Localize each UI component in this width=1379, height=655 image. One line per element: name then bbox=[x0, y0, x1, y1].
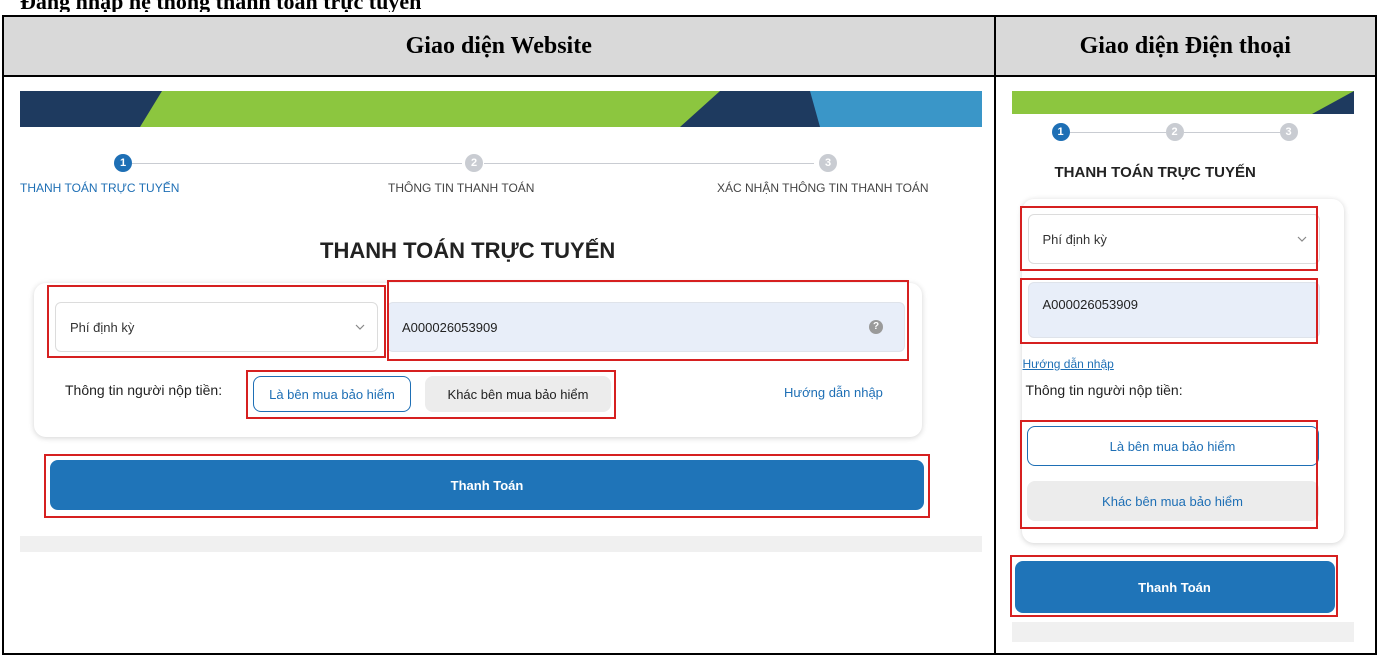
step-connector bbox=[1069, 132, 1166, 133]
input-guide-link[interactable]: Hướng dẫn nhập bbox=[1023, 357, 1114, 371]
payer-info-label: Thông tin người nộp tiền: bbox=[65, 382, 223, 398]
step-3-indicator: 3 bbox=[819, 154, 837, 172]
step-2-indicator: 2 bbox=[1165, 123, 1184, 141]
mobile-column-header: Giao diện Điện thoại bbox=[993, 15, 1378, 77]
step-2-label: THÔNG TIN THANH TOÁN bbox=[388, 181, 535, 195]
contract-number-value: A000026053909 bbox=[1042, 297, 1138, 312]
help-icon[interactable]: ? bbox=[869, 320, 883, 334]
contract-number-value: A000026053909 bbox=[402, 319, 498, 335]
previous-page-text-sliver: Đăng nhập hệ thống thanh toán trực tuyến bbox=[0, 0, 1379, 12]
step-3-indicator: 3 bbox=[1279, 123, 1298, 141]
web-banner bbox=[20, 91, 982, 127]
option-other-payer[interactable]: Khác bên mua bảo hiểm bbox=[1026, 481, 1319, 521]
pay-button[interactable]: Thanh Toán bbox=[1014, 561, 1335, 613]
chevron-down-icon bbox=[1297, 236, 1306, 242]
web-screenshot-cell: 1 2 3 THANH TOÁN TRỰC TUYẾN THÔNG TIN TH… bbox=[2, 75, 996, 655]
contract-number-input[interactable]: A000026053909 bbox=[1027, 282, 1320, 338]
fee-type-value: Phí định kỳ bbox=[70, 319, 135, 335]
step-1-indicator: 1 bbox=[114, 154, 132, 172]
fee-type-select[interactable]: Phí định kỳ bbox=[55, 302, 378, 352]
step-connector bbox=[484, 163, 814, 164]
option-insurance-buyer[interactable]: Là bên mua bảo hiểm bbox=[1026, 426, 1319, 466]
step-2-indicator: 2 bbox=[465, 154, 483, 172]
step-connector bbox=[132, 163, 462, 164]
fee-type-select[interactable]: Phí định kỳ bbox=[1027, 214, 1320, 264]
step-3-label: XÁC NHẬN THÔNG TIN THANH TOÁN bbox=[717, 181, 929, 195]
step-1-label: THANH TOÁN TRỰC TUYẾN bbox=[20, 181, 180, 195]
pay-button[interactable]: Thanh Toán bbox=[50, 460, 924, 510]
option-insurance-buyer[interactable]: Là bên mua bảo hiểm bbox=[253, 376, 411, 412]
contract-number-input[interactable]: A000026053909 bbox=[387, 302, 905, 352]
step-1-indicator: 1 bbox=[1051, 123, 1070, 141]
input-guide-link[interactable]: Hướng dẫn nhập bbox=[784, 385, 883, 400]
fee-type-value: Phí định kỳ bbox=[1042, 231, 1107, 247]
web-column-header: Giao diện Website bbox=[2, 15, 996, 77]
page-footer-strip bbox=[1011, 622, 1354, 642]
banner-graphic bbox=[1011, 91, 1354, 114]
option-other-payer[interactable]: Khác bên mua bảo hiểm bbox=[425, 376, 611, 412]
chevron-down-icon bbox=[355, 324, 365, 330]
mobile-screenshot-cell: 1 2 3 THANH TOÁN TRỰC TUYẾN Phí định kỳ … bbox=[993, 75, 1378, 655]
page-title: THANH TOÁN TRỰC TUYẾN bbox=[1054, 164, 1256, 181]
payer-info-label: Thông tin người nộp tiền: bbox=[1025, 382, 1183, 398]
mobile-banner bbox=[1011, 91, 1354, 114]
comparison-table: Giao diện Website Giao diện Điện thoại 1 bbox=[2, 15, 1378, 655]
step-connector bbox=[1183, 132, 1282, 133]
page-title: THANH TOÁN TRỰC TUYẾN bbox=[320, 238, 616, 263]
banner-graphic bbox=[20, 91, 982, 127]
page-footer-strip bbox=[20, 536, 982, 552]
